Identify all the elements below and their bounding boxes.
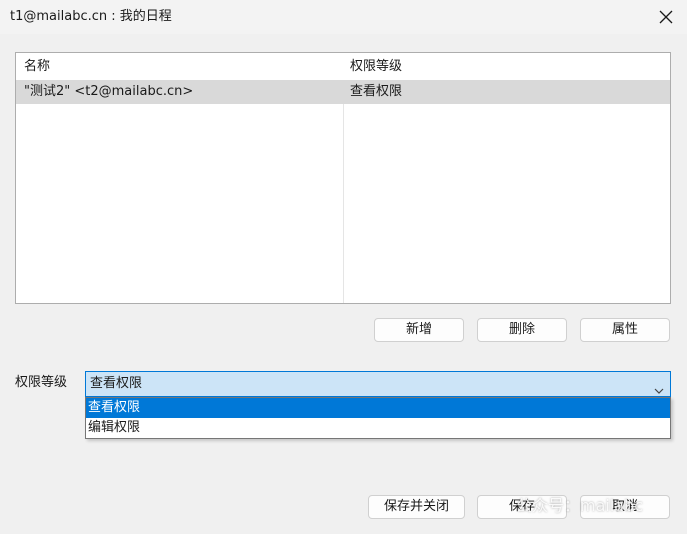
close-button[interactable]: [651, 4, 681, 30]
dropdown-option-edit[interactable]: 编辑权限: [86, 418, 670, 438]
delegate-list[interactable]: 名称 权限等级 "测试2" <t2@mailabc.cn> 查看权限: [15, 52, 671, 304]
title-bar: t1@mailabc.cn : 我的日程: [0, 0, 687, 34]
delete-button[interactable]: 删除: [477, 318, 567, 342]
dropdown-option-view[interactable]: 查看权限: [86, 398, 670, 418]
add-button[interactable]: 新增: [374, 318, 464, 342]
row-permission-cell: 查看权限: [350, 84, 403, 99]
list-header: 名称 权限等级: [16, 53, 670, 80]
permission-level-dropdown: 查看权限 编辑权限: [85, 397, 671, 439]
window-title: t1@mailabc.cn : 我的日程: [10, 9, 172, 24]
permission-dialog: t1@mailabc.cn : 我的日程 名称 权限等级 "测试2" <t2@m…: [0, 0, 687, 534]
list-row[interactable]: "测试2" <t2@mailabc.cn> 查看权限: [16, 80, 670, 104]
watermark: 公众号：mailabc: [516, 496, 644, 515]
save-and-close-button[interactable]: 保存并关闭: [368, 495, 465, 519]
row-name-cell: "测试2" <t2@mailabc.cn>: [24, 84, 194, 99]
permission-level-label: 权限等级: [15, 375, 68, 390]
permission-level-select[interactable]: 查看权限: [85, 371, 671, 397]
close-icon: [659, 10, 673, 24]
permission-level-value: 查看权限: [90, 376, 143, 391]
column-header-permission[interactable]: 权限等级: [350, 58, 402, 76]
properties-button[interactable]: 属性: [580, 318, 670, 342]
column-header-name[interactable]: 名称: [24, 58, 50, 76]
